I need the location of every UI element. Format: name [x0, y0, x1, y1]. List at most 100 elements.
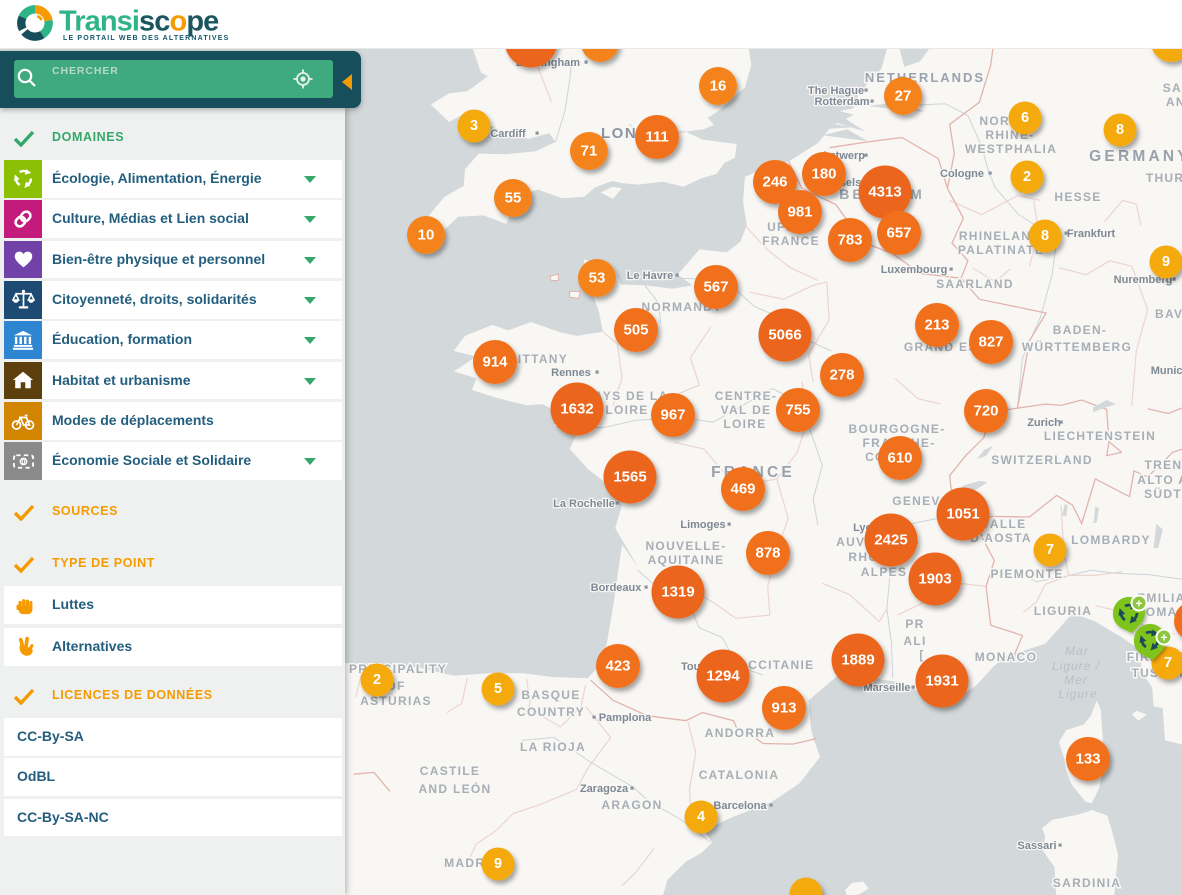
svg-text:Munich: Munich	[1151, 365, 1182, 377]
svg-text:WESTPHALIA: WESTPHALIA	[965, 142, 1057, 156]
svg-text:COUNTRY: COUNTRY	[517, 705, 585, 719]
svg-text:AQUITAINE: AQUITAINE	[648, 553, 725, 567]
svg-text:Mer: Mer	[1064, 673, 1088, 687]
svg-text:CATALONIA: CATALONIA	[699, 768, 780, 782]
svg-text:Rotterdam: Rotterdam	[814, 96, 869, 108]
svg-text:878: 878	[755, 545, 780, 562]
svg-text:Bordeaux: Bordeaux	[591, 582, 643, 594]
svg-text:SAXONY: SAXONY	[1163, 81, 1182, 95]
svg-text:Cardiff: Cardiff	[490, 128, 526, 140]
svg-text:213: 213	[924, 317, 949, 334]
svg-text:10: 10	[418, 227, 435, 244]
svg-text:Limoges: Limoges	[680, 519, 725, 531]
svg-text:5: 5	[494, 681, 502, 697]
svg-text:Le Havre: Le Havre	[627, 270, 673, 282]
svg-text:Transiscope: Transiscope	[59, 6, 219, 38]
svg-text:610: 610	[887, 450, 912, 467]
svg-text:2: 2	[1023, 169, 1031, 185]
svg-text:Zaragoza: Zaragoza	[580, 783, 629, 795]
svg-text:180: 180	[811, 166, 836, 183]
svg-text:LIECHTENSTEIN: LIECHTENSTEIN	[1044, 429, 1156, 443]
svg-text:WÜRTTEMBERG: WÜRTTEMBERG	[1022, 339, 1132, 354]
svg-text:469: 469	[730, 481, 755, 498]
svg-text:SWITZERLAND: SWITZERLAND	[991, 453, 1093, 467]
svg-text:657: 657	[886, 225, 911, 242]
svg-text:PR: PR	[905, 617, 924, 631]
svg-text:NOUVELLE-: NOUVELLE-	[645, 539, 726, 553]
svg-text:LOIRE: LOIRE	[723, 417, 766, 431]
svg-text:71: 71	[581, 143, 598, 160]
svg-text:Frankfurt: Frankfurt	[1067, 228, 1116, 240]
svg-text:Ligure /: Ligure /	[1052, 659, 1101, 673]
svg-text:ANDORRA: ANDORRA	[705, 726, 775, 740]
svg-text:2: 2	[373, 672, 381, 688]
svg-text:111: 111	[645, 129, 668, 146]
svg-text:0: 0	[21, 458, 25, 466]
svg-text:967: 967	[660, 407, 685, 424]
svg-text:CENTRE-: CENTRE-	[715, 389, 777, 403]
svg-text:Sassari: Sassari	[1017, 840, 1056, 852]
svg-text:Barcelona: Barcelona	[713, 800, 767, 812]
svg-text:AND LEÓN: AND LEÓN	[418, 781, 491, 796]
svg-text:CASTILE: CASTILE	[420, 764, 480, 778]
svg-text:SARDINIA: SARDINIA	[1053, 876, 1121, 890]
svg-text:ALI: ALI	[903, 634, 926, 648]
svg-text:LIGURIA: LIGURIA	[1034, 604, 1092, 618]
svg-text:783: 783	[837, 232, 862, 249]
svg-text:TRENTINO-: TRENTINO-	[1144, 458, 1182, 472]
svg-text:Zurich: Zurich	[1027, 417, 1061, 429]
svg-text:7: 7	[1164, 655, 1172, 671]
svg-text:GERMANY: GERMANY	[1089, 148, 1182, 165]
svg-text:5066: 5066	[768, 327, 801, 344]
svg-text:55: 55	[505, 190, 522, 207]
svg-text:7: 7	[1046, 542, 1054, 558]
svg-text:BADEN-: BADEN-	[1053, 323, 1107, 337]
svg-text:FRANCE: FRANCE	[762, 234, 820, 248]
svg-text:1565: 1565	[613, 469, 646, 486]
svg-text:1903: 1903	[918, 571, 951, 588]
svg-text:HESSE: HESSE	[1054, 190, 1101, 204]
svg-text:La Rochelle: La Rochelle	[553, 498, 615, 510]
svg-text:+: +	[1135, 597, 1142, 611]
svg-text:VAL DE: VAL DE	[721, 403, 772, 417]
svg-text:PALATINATE: PALATINATE	[958, 243, 1044, 257]
svg-text:53: 53	[589, 270, 606, 287]
svg-text:Marseille: Marseille	[863, 682, 910, 694]
svg-text:16: 16	[710, 78, 727, 95]
svg-text:1632: 1632	[560, 401, 593, 418]
svg-text:BAVARIA: BAVARIA	[1155, 307, 1182, 321]
svg-text:9: 9	[1162, 254, 1170, 270]
svg-text:9: 9	[494, 856, 502, 872]
svg-text:ARAGON: ARAGON	[601, 798, 662, 812]
svg-text:1319: 1319	[661, 584, 694, 601]
svg-text:278: 278	[829, 367, 854, 384]
svg-text:SÜDTIROL: SÜDTIROL	[1144, 486, 1182, 501]
svg-text:246: 246	[762, 174, 787, 191]
svg-text:1889: 1889	[841, 652, 874, 669]
svg-text:27: 27	[895, 88, 912, 105]
svg-text:827: 827	[978, 334, 1003, 351]
svg-text:Luxembourg: Luxembourg	[881, 264, 948, 276]
svg-text:4: 4	[697, 809, 705, 825]
svg-text:Pamplona: Pamplona	[599, 712, 652, 724]
svg-text:913: 913	[771, 700, 796, 717]
svg-text:Mar: Mar	[1065, 644, 1089, 658]
svg-text:1931: 1931	[925, 673, 958, 690]
svg-text:8: 8	[1041, 228, 1049, 244]
svg-text:3: 3	[470, 118, 478, 134]
svg-text:755: 755	[785, 402, 810, 419]
svg-text:+: +	[1160, 631, 1167, 645]
svg-text:6: 6	[1021, 110, 1029, 126]
svg-text:ALPES: ALPES	[861, 565, 908, 579]
svg-text:8: 8	[1116, 122, 1124, 138]
svg-text:1051: 1051	[946, 506, 979, 523]
svg-text:4313: 4313	[868, 184, 901, 201]
svg-text:ANHALT: ANHALT	[1166, 95, 1182, 109]
svg-text:567: 567	[703, 279, 728, 296]
svg-text:133: 133	[1075, 751, 1100, 768]
svg-text:[: [	[919, 648, 924, 662]
svg-text:BOURGOGNE-: BOURGOGNE-	[849, 422, 946, 436]
svg-text:LE PORTAIL WEB DES ALTERNATIVE: LE PORTAIL WEB DES ALTERNATIVES	[63, 35, 229, 42]
svg-text:720: 720	[973, 403, 998, 420]
svg-text:Cologne: Cologne	[940, 168, 984, 180]
